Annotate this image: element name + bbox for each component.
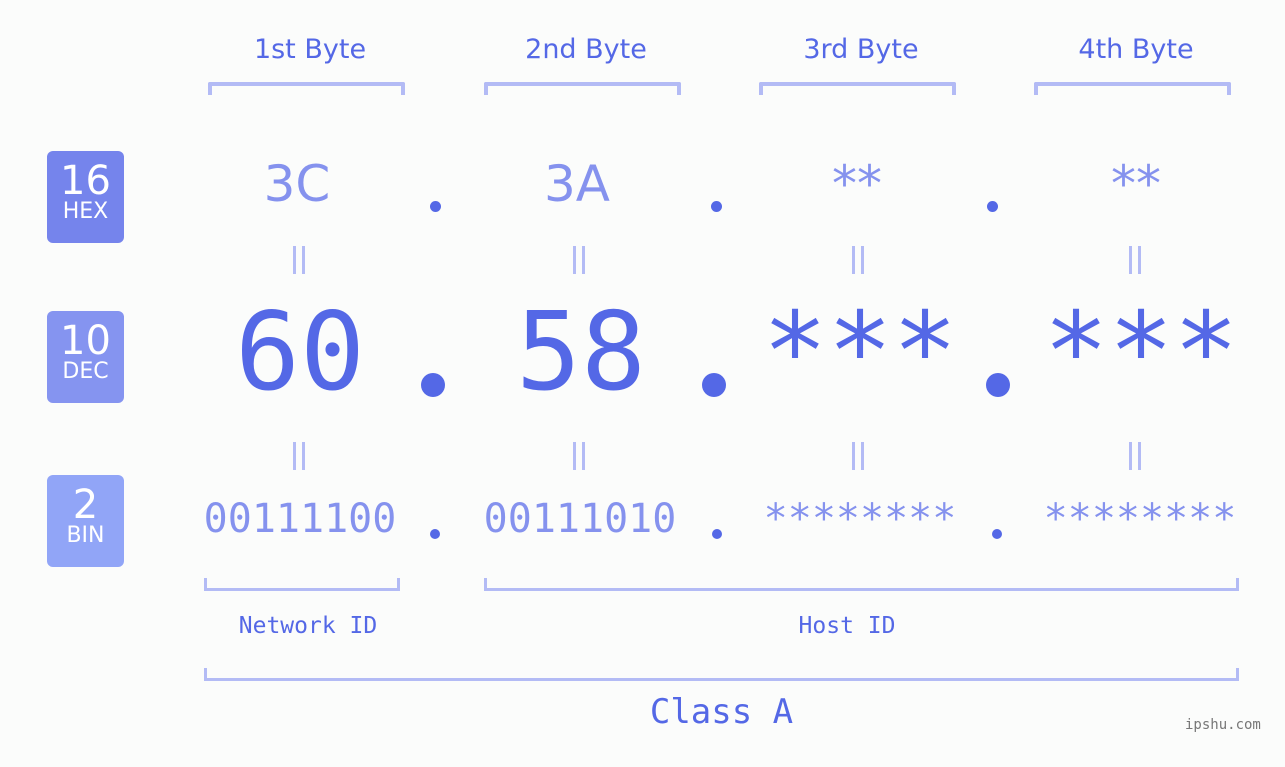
bin-value-2: 00111010 bbox=[483, 496, 677, 542]
byte-bracket-2 bbox=[484, 82, 681, 95]
network-id-label: Network ID bbox=[238, 613, 378, 639]
bin-dot-1 bbox=[430, 529, 440, 539]
dec-badge-number: 10 bbox=[60, 318, 111, 364]
bin-dot-3 bbox=[992, 529, 1002, 539]
hex-value-3: ** bbox=[832, 155, 882, 213]
bin-badge-number: 2 bbox=[72, 482, 99, 528]
host-id-bracket bbox=[484, 578, 1239, 591]
class-label: Class A bbox=[649, 692, 794, 732]
equals-icon bbox=[1128, 246, 1144, 274]
hex-badge-label: HEX bbox=[62, 199, 109, 224]
byte-title-2: 2nd Byte bbox=[525, 34, 647, 65]
bin-value-4: ******** bbox=[1043, 496, 1237, 542]
network-id-bracket bbox=[204, 578, 400, 591]
dec-value-3: *** bbox=[762, 290, 958, 415]
hex-dot-1 bbox=[430, 201, 441, 212]
bin-value-3: ******** bbox=[763, 496, 957, 542]
host-id-label: Host ID bbox=[798, 613, 896, 639]
equals-icon bbox=[851, 246, 867, 274]
hex-value-2: 3A bbox=[543, 155, 610, 213]
equals-icon bbox=[572, 246, 588, 274]
byte-title-1: 1st Byte bbox=[253, 34, 367, 65]
equals-icon bbox=[851, 442, 867, 470]
dec-value-4: *** bbox=[1043, 290, 1239, 415]
hex-badge-number: 16 bbox=[60, 158, 111, 204]
dec-value-1: 60 bbox=[234, 290, 366, 415]
bin-value-1: 00111100 bbox=[203, 496, 397, 542]
hex-value-1: 3C bbox=[263, 155, 331, 213]
dec-badge: 10 DEC bbox=[47, 311, 124, 403]
dec-dot-2 bbox=[702, 373, 726, 397]
equals-icon bbox=[292, 442, 308, 470]
byte-title-4: 4th Byte bbox=[1078, 34, 1194, 65]
bin-badge: 2 BIN bbox=[47, 475, 124, 567]
hex-dot-2 bbox=[711, 201, 722, 212]
bin-dot-2 bbox=[712, 529, 722, 539]
byte-bracket-1 bbox=[208, 82, 405, 95]
dec-dot-1 bbox=[421, 373, 445, 397]
bin-badge-label: BIN bbox=[66, 523, 105, 548]
equals-icon bbox=[292, 246, 308, 274]
byte-title-3: 3rd Byte bbox=[803, 34, 919, 65]
hex-badge: 16 HEX bbox=[47, 151, 124, 243]
watermark: ipshu.com bbox=[1185, 717, 1261, 733]
dec-dot-3 bbox=[986, 373, 1010, 397]
dec-badge-label: DEC bbox=[62, 359, 109, 384]
class-bracket bbox=[204, 668, 1239, 681]
byte-bracket-3 bbox=[759, 82, 956, 95]
dec-value-2: 58 bbox=[515, 290, 647, 415]
equals-icon bbox=[572, 442, 588, 470]
byte-bracket-4 bbox=[1034, 82, 1231, 95]
hex-value-4: ** bbox=[1111, 155, 1161, 213]
equals-icon bbox=[1128, 442, 1144, 470]
hex-dot-3 bbox=[987, 201, 998, 212]
